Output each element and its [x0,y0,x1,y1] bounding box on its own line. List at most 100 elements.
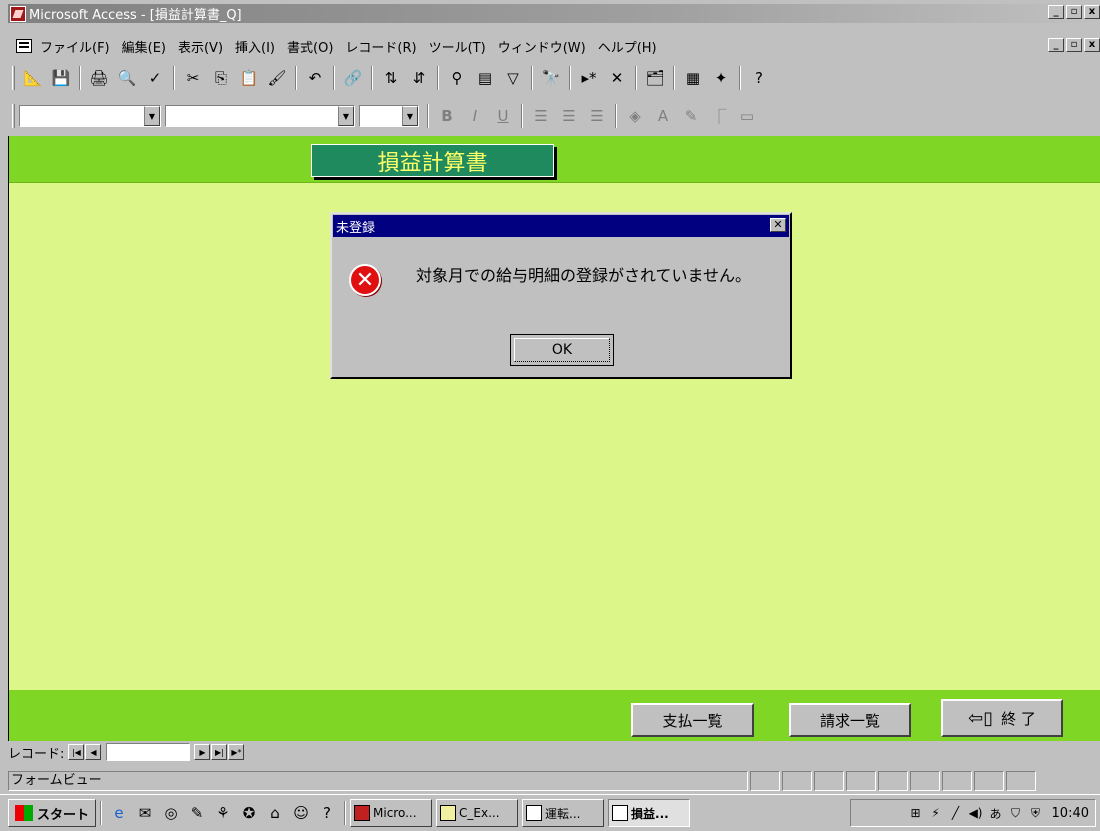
underline-icon[interactable]: U [491,104,515,128]
dialog-close-button[interactable]: ✕ [770,218,786,232]
menu-tools[interactable]: ツール(T) [429,37,486,56]
menu-window[interactable]: ウィンドウ(W) [498,37,586,56]
doc-minimize-button[interactable]: _ [1048,38,1064,52]
new-record-icon[interactable]: ▸* [577,66,601,90]
design-view-icon[interactable]: 📐 [21,66,45,90]
spell-check-icon[interactable]: ✓ [143,66,167,90]
menu-file[interactable]: ファイル(F) [40,37,110,56]
network-icon[interactable]: ⌂ [265,803,285,823]
start-button[interactable]: スタート [8,799,97,827]
format-painter-icon[interactable]: 🖌 [265,66,289,90]
tray-shield-icon[interactable]: ⛉ [1008,805,1024,821]
tray-volume-icon[interactable]: ◀) [968,805,984,821]
italic-icon[interactable]: I [463,104,487,128]
undo-icon[interactable]: ↶ [303,66,327,90]
filter-by-form-icon[interactable]: ▤ [473,66,497,90]
exit-button[interactable]: ⇦▯ 終 了 [941,699,1063,737]
sort-descending-icon[interactable]: ⇵ [407,66,431,90]
table-task-icon [440,805,457,821]
filter-by-selection-icon[interactable]: ⚲ [445,66,469,90]
border-width-icon[interactable]: ⎾ [707,104,731,128]
error-dialog: 未登録 ✕ ✕ 対象月での給与明細の登録がされていません。 OK [330,212,792,379]
notepad-icon[interactable]: ✎ [187,803,207,823]
task-button-soneki[interactable]: 損益... [608,799,691,827]
align-left-icon[interactable]: ☰ [529,104,553,128]
first-record-icon[interactable]: |◀ [68,744,85,760]
new-record-nav-icon[interactable]: ▶* [228,744,245,760]
fill-color-icon[interactable]: ◈ [623,104,647,128]
properties-icon[interactable]: 🗂 [643,66,667,90]
menu-records[interactable]: レコード(R) [345,37,416,56]
chevron-down-icon[interactable]: ▼ [402,106,418,126]
database-window-icon[interactable]: ▦ [681,66,705,90]
form-document-icon[interactable] [16,39,32,53]
chevron-down-icon[interactable]: ▼ [338,106,354,126]
tray-antivirus-icon[interactable]: ⛨ [1028,805,1044,821]
task-button-c-ex[interactable]: C_Ex... [436,799,519,827]
align-right-icon[interactable]: ☰ [585,104,609,128]
minimize-button[interactable]: _ [1048,5,1064,19]
font-color-icon[interactable]: A [651,104,675,128]
channels-icon[interactable]: ◎ [161,803,181,823]
copy-icon[interactable]: ⎘ [209,66,233,90]
previous-record-icon[interactable]: ◀ [85,744,102,760]
menu-insert[interactable]: 挿入(I) [235,37,275,56]
payment-list-button[interactable]: 支払一覧 [631,703,754,737]
print-preview-icon[interactable]: 🔍 [115,66,139,90]
menu-view[interactable]: 表示(V) [178,37,223,56]
paste-icon[interactable]: 📋 [237,66,261,90]
restore-button[interactable]: ▫ [1066,5,1082,19]
delete-record-icon[interactable]: ✕ [605,66,629,90]
task-button-unten[interactable]: 運転... [522,799,605,827]
align-center-icon[interactable]: ☰ [557,104,581,128]
find-icon[interactable]: 🔭 [539,66,563,90]
object-combo[interactable]: ▼ [19,105,161,127]
next-record-icon[interactable]: ▶ [194,744,211,760]
font-size-combo[interactable]: ▼ [359,105,419,127]
app-icon[interactable]: ✪ [239,803,259,823]
status-text: フォームビュー [8,771,748,791]
last-record-icon[interactable]: ▶| [211,744,228,760]
apply-filter-icon[interactable]: ▽ [501,66,525,90]
print-icon[interactable]: 🖨 [87,66,111,90]
window-title-bar[interactable]: Microsoft Access - [損益計算書_Q] _ ▫ x [8,4,1100,23]
menu-edit[interactable]: 編集(E) [122,37,166,56]
dialog-title-bar[interactable]: 未登録 ✕ [333,215,789,237]
tray-ime-icon[interactable]: あ [988,805,1004,821]
line-color-icon[interactable]: ✎ [679,104,703,128]
record-number-input[interactable] [106,743,191,761]
toolbar-grip[interactable] [12,104,15,128]
menu-bar: ファイル(F) 編集(E) 表示(V) 挿入(I) 書式(O) レコード(R) … [8,33,1100,59]
menu-format[interactable]: 書式(O) [287,37,333,56]
chevron-down-icon[interactable]: ▼ [144,106,160,126]
toolbar-grip[interactable] [12,66,15,90]
task-label: C_Ex... [459,806,500,820]
help-icon[interactable]: ? [747,66,771,90]
clock[interactable]: 10:40 [1052,806,1089,821]
task-button-access[interactable]: Micro... [350,799,433,827]
hyperlink-icon[interactable]: 🔗 [341,66,365,90]
bold-icon[interactable]: B [435,104,459,128]
ok-button[interactable]: OK [510,334,614,366]
font-name-combo[interactable]: ▼ [165,105,355,127]
help-app-icon[interactable]: ? [317,803,337,823]
access-icon[interactable]: ⚘ [213,803,233,823]
tray-pen-icon[interactable]: ╱ [948,805,964,821]
menu-help[interactable]: ヘルプ(H) [598,37,657,56]
cut-icon[interactable]: ✂ [181,66,205,90]
close-button[interactable]: x [1084,5,1100,19]
face-app-icon[interactable]: ☺ [291,803,311,823]
outlook-icon[interactable]: ✉ [135,803,155,823]
invoice-list-button[interactable]: 請求一覧 [789,703,911,737]
form-header: 損益計算書 [9,136,1100,183]
doc-close-button[interactable]: x [1084,38,1100,52]
save-icon[interactable]: 💾 [49,66,73,90]
special-effect-icon[interactable]: ▭ [735,104,759,128]
sort-ascending-icon[interactable]: ⇅ [379,66,403,90]
tray-network-icon[interactable]: ⊞ [908,805,924,821]
new-object-icon[interactable]: ✦ [709,66,733,90]
access-app-icon[interactable] [10,5,26,22]
ie-icon[interactable]: e [109,803,129,823]
doc-restore-button[interactable]: ▫ [1066,38,1082,52]
tray-power-icon[interactable]: ⚡ [928,805,944,821]
